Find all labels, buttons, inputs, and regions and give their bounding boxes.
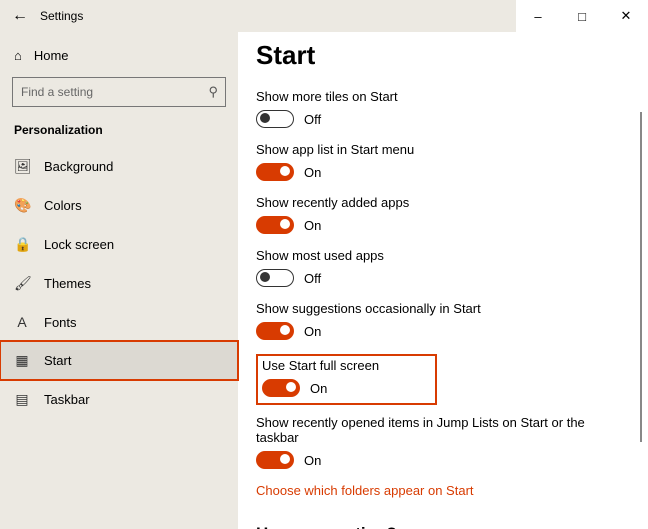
setting-jumplists: Show recently opened items in Jump Lists… [256,415,630,469]
setting-label: Show recently opened items in Jump Lists… [256,415,630,445]
nav-list: 🖼 Background 🎨 Colors 🔒 Lock screen 🖌 Themes… [0,147,238,419]
setting-more-tiles: Show more tiles on Start Off [256,89,630,128]
sidebar-item-colors[interactable]: 🎨 Colors [0,186,238,225]
back-button[interactable]: ← [0,7,40,25]
taskbar-icon: ▤ [14,391,30,408]
toggle-app-list[interactable] [256,163,294,181]
setting-fullscreen-highlight: Use Start full screen On [256,354,437,405]
sidebar-item-background[interactable]: 🖼 Background [0,147,238,186]
home-label: Home [34,48,69,63]
start-icon: ▦ [14,352,30,369]
content-pane: Start Show more tiles on Start Off Show … [238,32,648,529]
font-icon: A [14,314,30,330]
home-button[interactable]: ⌂ Home [0,42,238,77]
nav-label: Taskbar [44,392,90,407]
brush-icon: 🖌 [14,275,30,292]
sidebar-item-taskbar[interactable]: ▤ Taskbar [0,380,238,419]
nav-label: Background [44,159,113,174]
nav-label: Themes [44,276,91,291]
nav-label: Colors [44,198,82,213]
sidebar-item-lockscreen[interactable]: 🔒 Lock screen [0,225,238,264]
toggle-state: Off [304,112,321,127]
question-heading: Have a question? [256,524,630,529]
nav-label: Fonts [44,315,77,330]
palette-icon: 🎨 [14,197,30,214]
toggle-suggestions[interactable] [256,322,294,340]
setting-recently-added: Show recently added apps On [256,195,630,234]
toggle-state: On [304,165,321,180]
toggle-state: On [304,324,321,339]
sidebar-item-themes[interactable]: 🖌 Themes [0,264,238,303]
lock-icon: 🔒 [14,236,30,253]
folders-link[interactable]: Choose which folders appear on Start [256,483,630,498]
category-label: Personalization [0,123,238,147]
setting-label: Show recently added apps [256,195,630,210]
setting-most-used: Show most used apps Off [256,248,630,287]
setting-label: Show app list in Start menu [256,142,630,157]
toggle-more-tiles[interactable] [256,110,294,128]
nav-label: Lock screen [44,237,114,252]
sidebar: ⌂ Home ⚲ Personalization 🖼 Background 🎨 Co… [0,32,238,529]
search-input[interactable] [12,77,226,107]
scrollbar[interactable] [640,112,642,442]
close-button[interactable]: ✕ [604,0,648,32]
toggle-most-used[interactable] [256,269,294,287]
toggle-jumplists[interactable] [256,451,294,469]
setting-app-list: Show app list in Start menu On [256,142,630,181]
sidebar-item-fonts[interactable]: A Fonts [0,303,238,341]
toggle-state: On [310,381,327,396]
toggle-recently-added[interactable] [256,216,294,234]
toggle-state: Off [304,271,321,286]
home-icon: ⌂ [14,48,22,63]
page-title: Start [256,40,630,71]
setting-suggestions: Show suggestions occasionally in Start O… [256,301,630,340]
toggle-state: On [304,453,321,468]
picture-icon: 🖼 [14,158,30,175]
search-icon: ⚲ [208,84,218,100]
setting-label: Show most used apps [256,248,630,263]
minimize-button[interactable]: – [516,0,560,32]
window-title: Settings [40,9,83,23]
sidebar-item-start[interactable]: ▦ Start [0,341,238,380]
setting-label: Show suggestions occasionally in Start [256,301,630,316]
setting-label: Show more tiles on Start [256,89,630,104]
toggle-fullscreen[interactable] [262,379,300,397]
titlebar: ← Settings – □ ✕ [0,0,648,32]
setting-label: Use Start full screen [262,358,379,373]
nav-label: Start [44,353,71,368]
maximize-button[interactable]: □ [560,0,604,32]
toggle-state: On [304,218,321,233]
window-controls: – □ ✕ [516,0,648,32]
